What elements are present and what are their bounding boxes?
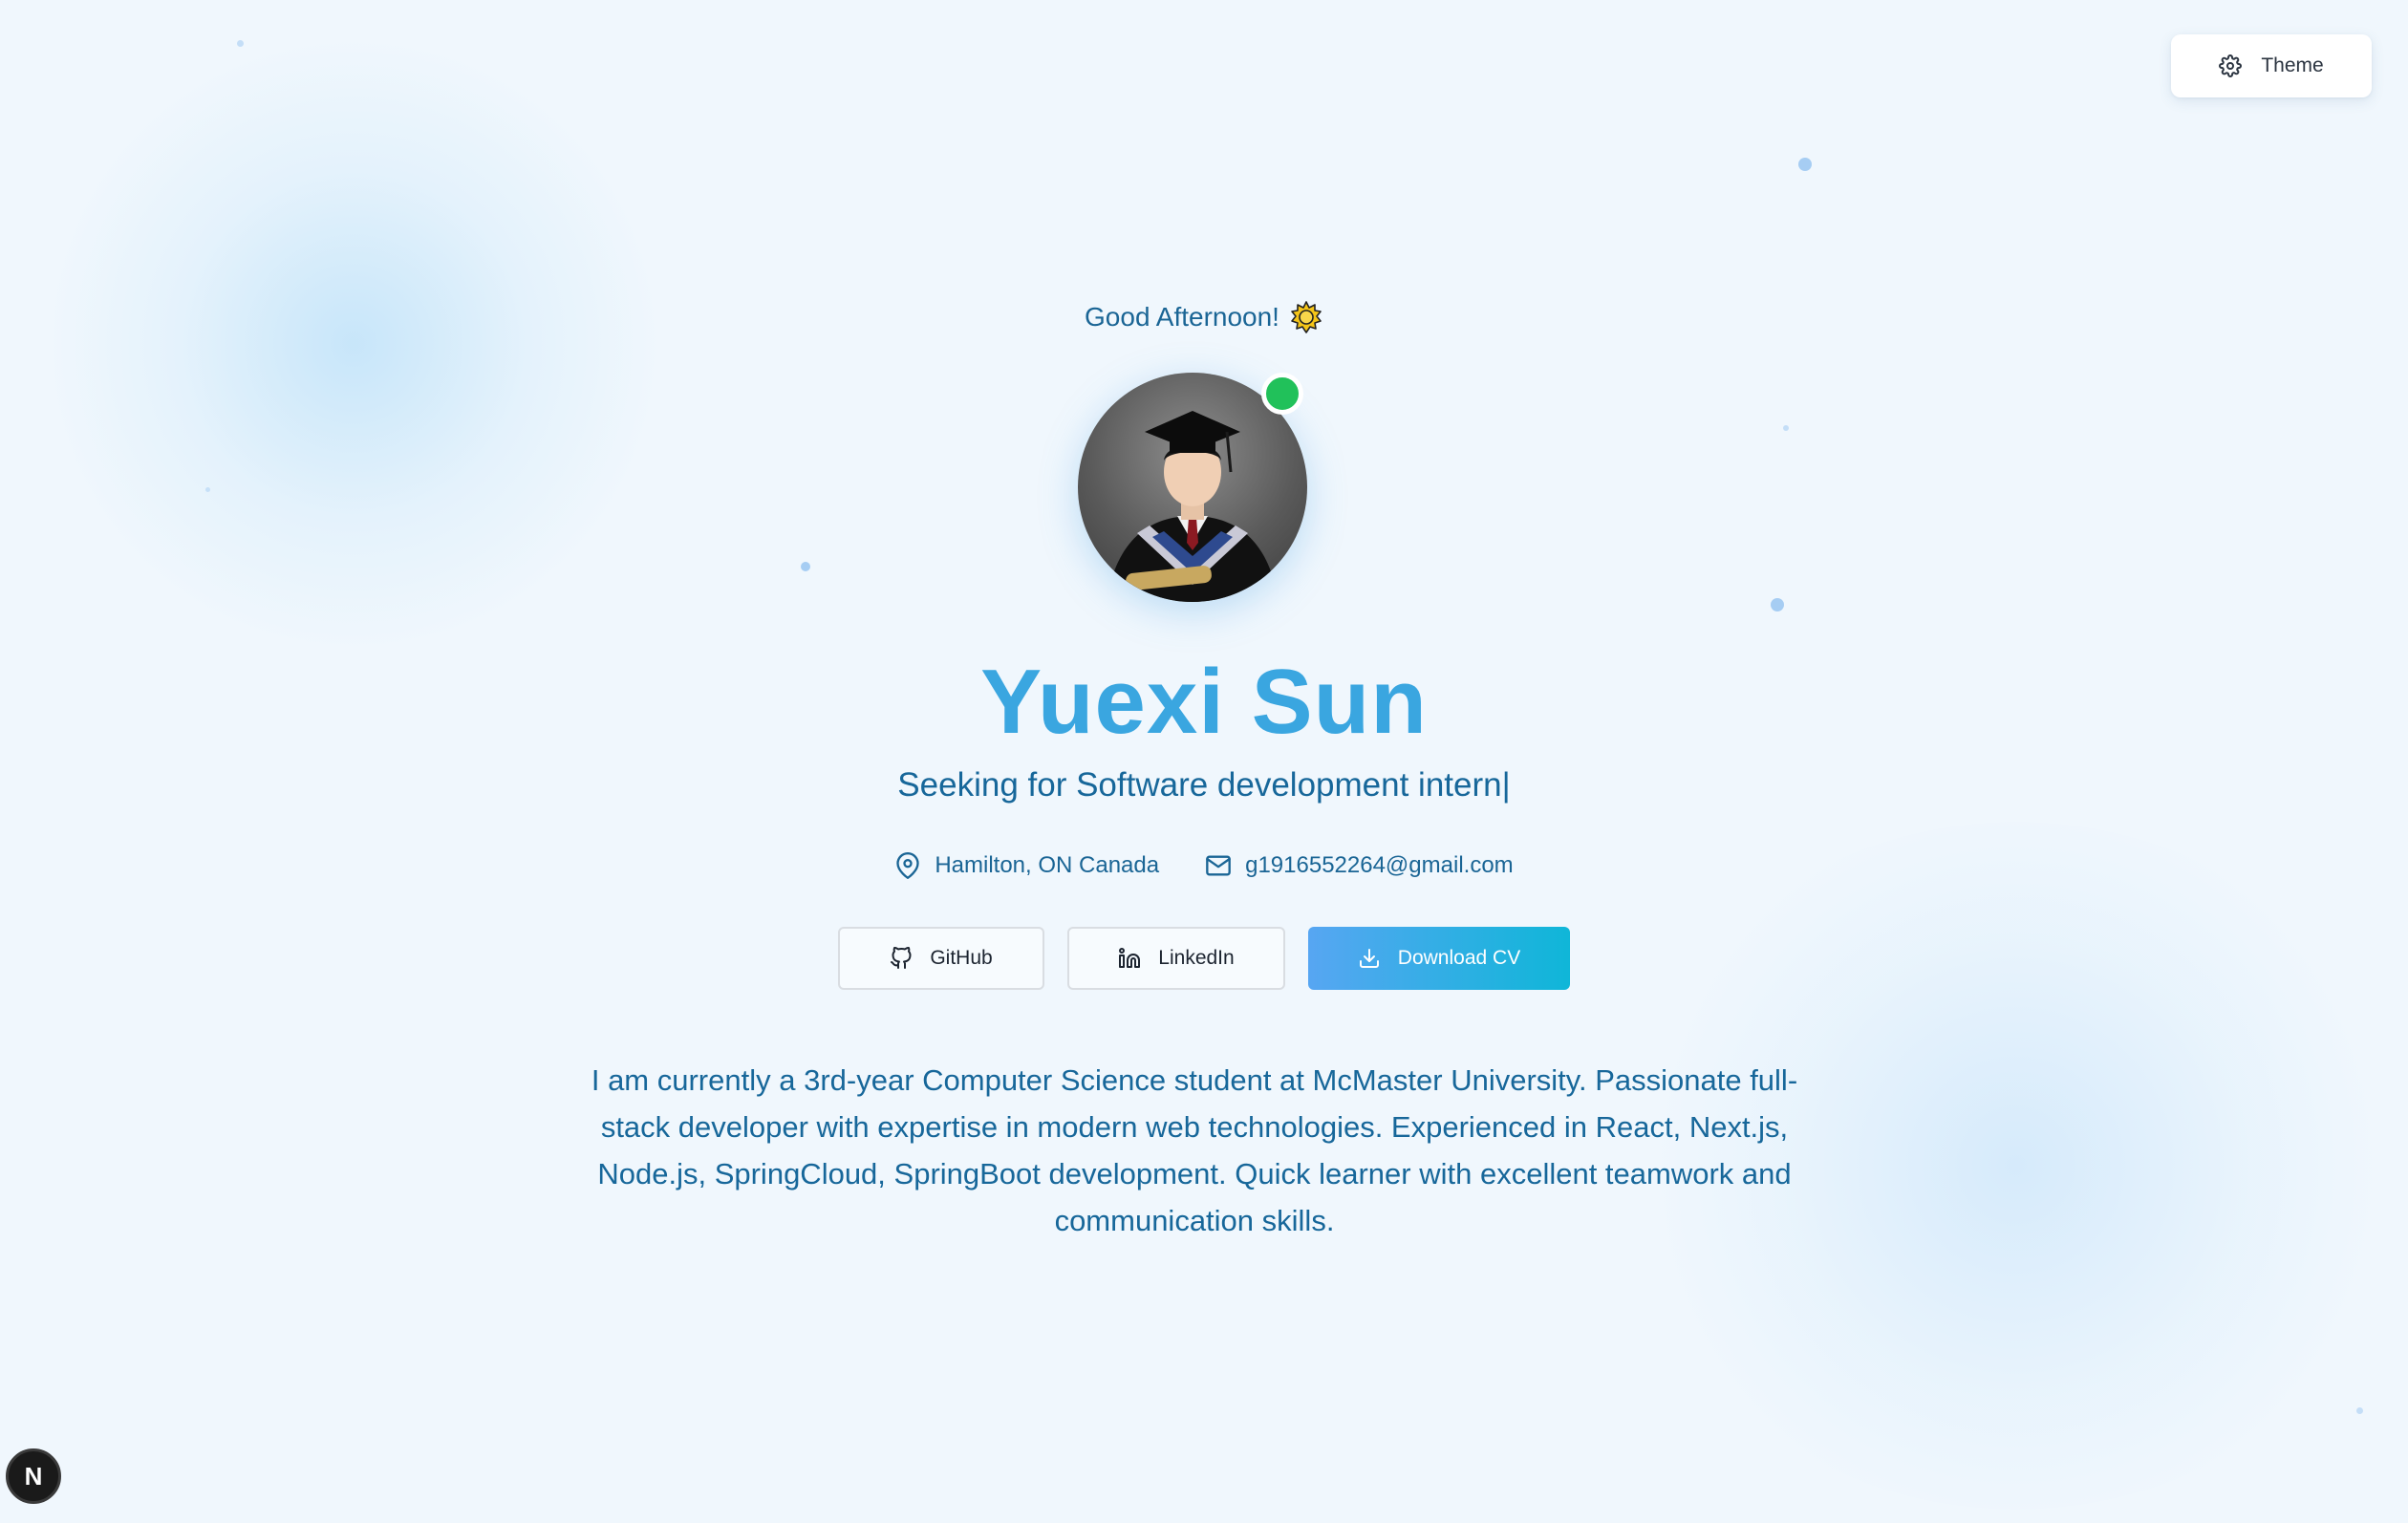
decor-dot	[1783, 425, 1789, 431]
gear-icon	[2219, 54, 2243, 77]
map-pin-icon	[896, 852, 919, 879]
decor-dot	[801, 562, 810, 571]
decor-dot	[237, 40, 244, 47]
mail-icon	[1206, 855, 1231, 876]
download-icon	[1359, 949, 1379, 968]
linkedin-button[interactable]: LinkedIn	[1067, 927, 1285, 990]
email-text: g1916552264@gmail.com	[1245, 852, 1514, 878]
theme-button-label: Theme	[2261, 54, 2324, 76]
email-link[interactable]: g1916552264@gmail.com	[1205, 852, 1514, 879]
avatar-container	[1078, 373, 1307, 602]
theme-button[interactable]: Theme	[2171, 34, 2372, 97]
nextjs-badge-label: N	[24, 1461, 43, 1491]
location-text: Hamilton, ON Canada	[935, 852, 1160, 878]
location: Hamilton, ON Canada	[894, 852, 1159, 879]
download-cv-button[interactable]: Download CV	[1308, 927, 1570, 990]
online-status-indicator	[1261, 373, 1303, 415]
greeting-text: Good Afternoon!	[1085, 302, 1279, 332]
typing-cursor: |	[1501, 766, 1511, 804]
action-buttons: GitHub LinkedIn Download CV	[0, 927, 2408, 990]
greeting: Good Afternoon!	[0, 296, 2408, 338]
github-button-label: GitHub	[930, 947, 993, 969]
profile-name: Yuexi Sun	[980, 651, 1428, 753]
tagline-text: Seeking for Software development intern	[897, 766, 1502, 804]
tagline: Seeking for Software development intern|	[0, 766, 2408, 814]
github-button[interactable]: GitHub	[838, 927, 1044, 990]
contact-info: Hamilton, ON Canada g1916552264@gmail.co…	[0, 847, 2408, 885]
github-icon	[891, 947, 912, 969]
sun-icon	[1291, 301, 1322, 333]
download-cv-label: Download CV	[1397, 947, 1521, 969]
linkedin-button-label: LinkedIn	[1158, 947, 1235, 969]
decor-dot	[1798, 158, 1812, 171]
background-glow-left	[38, 38, 669, 650]
nextjs-dev-badge[interactable]: N	[6, 1448, 61, 1504]
decor-dot	[1771, 598, 1784, 611]
linkedin-icon	[1119, 948, 1141, 968]
bio-paragraph: I am currently a 3rd-year Computer Scien…	[591, 1063, 1798, 1237]
decor-dot	[205, 487, 210, 492]
decor-dot	[2356, 1407, 2363, 1414]
